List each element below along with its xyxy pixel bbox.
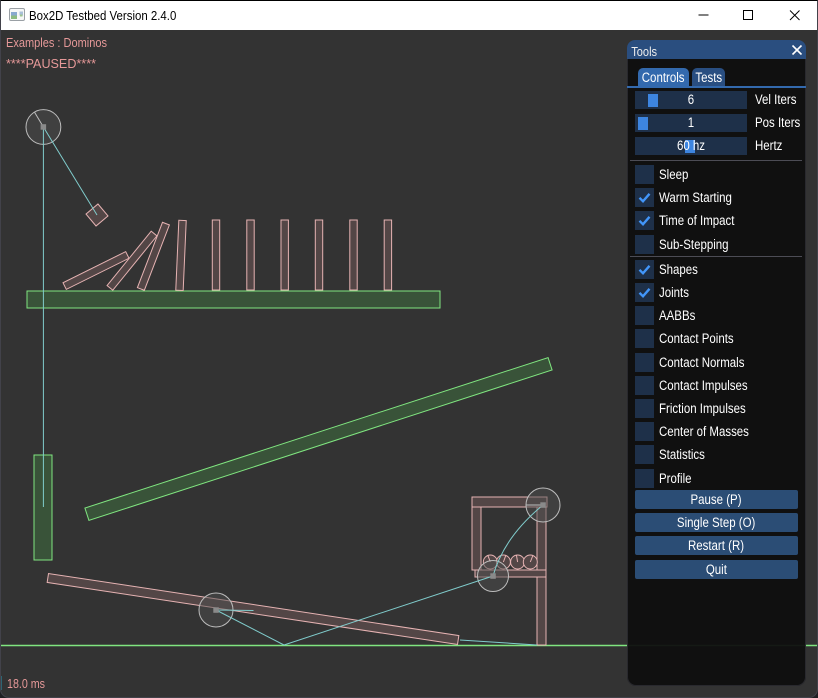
svg-text:****PAUSED****: ****PAUSED**** (6, 56, 96, 71)
svg-text:Examples : Dominos: Examples : Dominos (6, 35, 107, 50)
svg-text:18.0 ms: 18.0 ms (7, 676, 45, 691)
